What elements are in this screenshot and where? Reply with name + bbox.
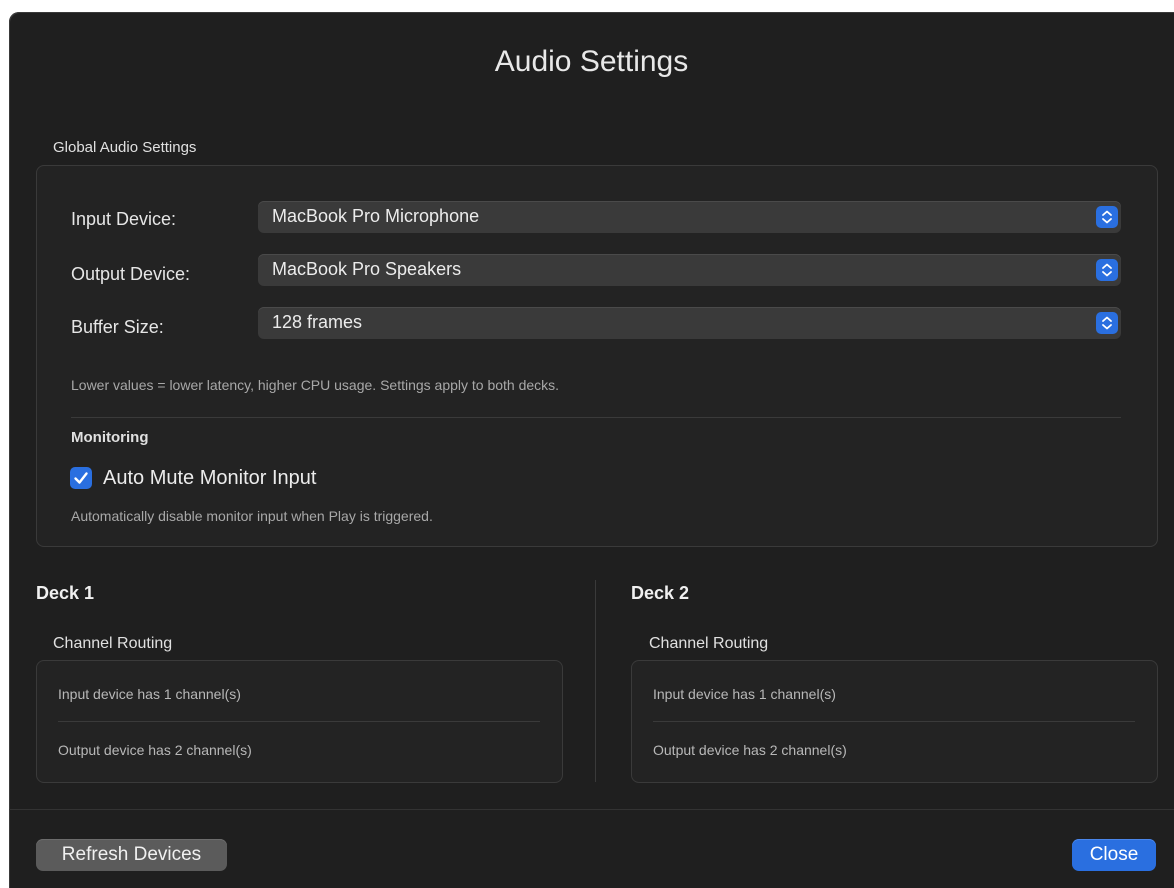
deck-2-divider (653, 721, 1135, 722)
audio-settings-window: Audio Settings Global Audio Settings Inp… (9, 12, 1174, 888)
auto-mute-checkbox[interactable] (70, 467, 92, 489)
deck-2-input-info: Input device has 1 channel(s) (653, 686, 836, 702)
deck-1-routing-label: Channel Routing (53, 635, 173, 652)
buffer-size-select[interactable]: 128 frames (258, 307, 1121, 339)
deck-2-output-info: Output device has 2 channel(s) (653, 742, 847, 758)
output-device-value: MacBook Pro Speakers (272, 259, 462, 279)
output-device-label: Output Device: (71, 264, 191, 284)
buffer-hint: Lower values = lower latency, higher CPU… (71, 377, 560, 393)
window-title: Audio Settings (494, 45, 689, 78)
global-settings-label: Global Audio Settings (53, 139, 197, 156)
buffer-size-value: 128 frames (272, 312, 363, 332)
input-device-label: Input Device: (71, 209, 177, 229)
footer-divider (9, 809, 1174, 810)
chevron-up-down-icon (1096, 259, 1118, 281)
section-divider (71, 417, 1121, 418)
buffer-size-label: Buffer Size: (71, 317, 164, 337)
refresh-devices-button[interactable]: Refresh Devices (36, 839, 227, 871)
deck-1-output-info: Output device has 2 channel(s) (58, 742, 252, 758)
deck-1-input-info: Input device has 1 channel(s) (58, 686, 241, 702)
deck-2-title: Deck 2 (631, 583, 690, 603)
monitoring-label: Monitoring (71, 429, 149, 446)
close-button[interactable]: Close (1072, 839, 1156, 871)
input-device-select[interactable]: MacBook Pro Microphone (258, 201, 1121, 233)
auto-mute-label[interactable]: Auto Mute Monitor Input (103, 465, 316, 491)
input-device-value: MacBook Pro Microphone (272, 206, 480, 226)
chevron-up-down-icon (1096, 206, 1118, 228)
monitoring-hint: Automatically disable monitor input when… (71, 508, 433, 524)
deck-divider (595, 580, 596, 782)
chevron-up-down-icon (1096, 312, 1118, 334)
deck-1-divider (58, 721, 540, 722)
deck-2-routing-label: Channel Routing (649, 635, 769, 652)
checkmark-icon (74, 472, 88, 484)
output-device-select[interactable]: MacBook Pro Speakers (258, 254, 1121, 286)
deck-1-title: Deck 1 (36, 583, 95, 603)
